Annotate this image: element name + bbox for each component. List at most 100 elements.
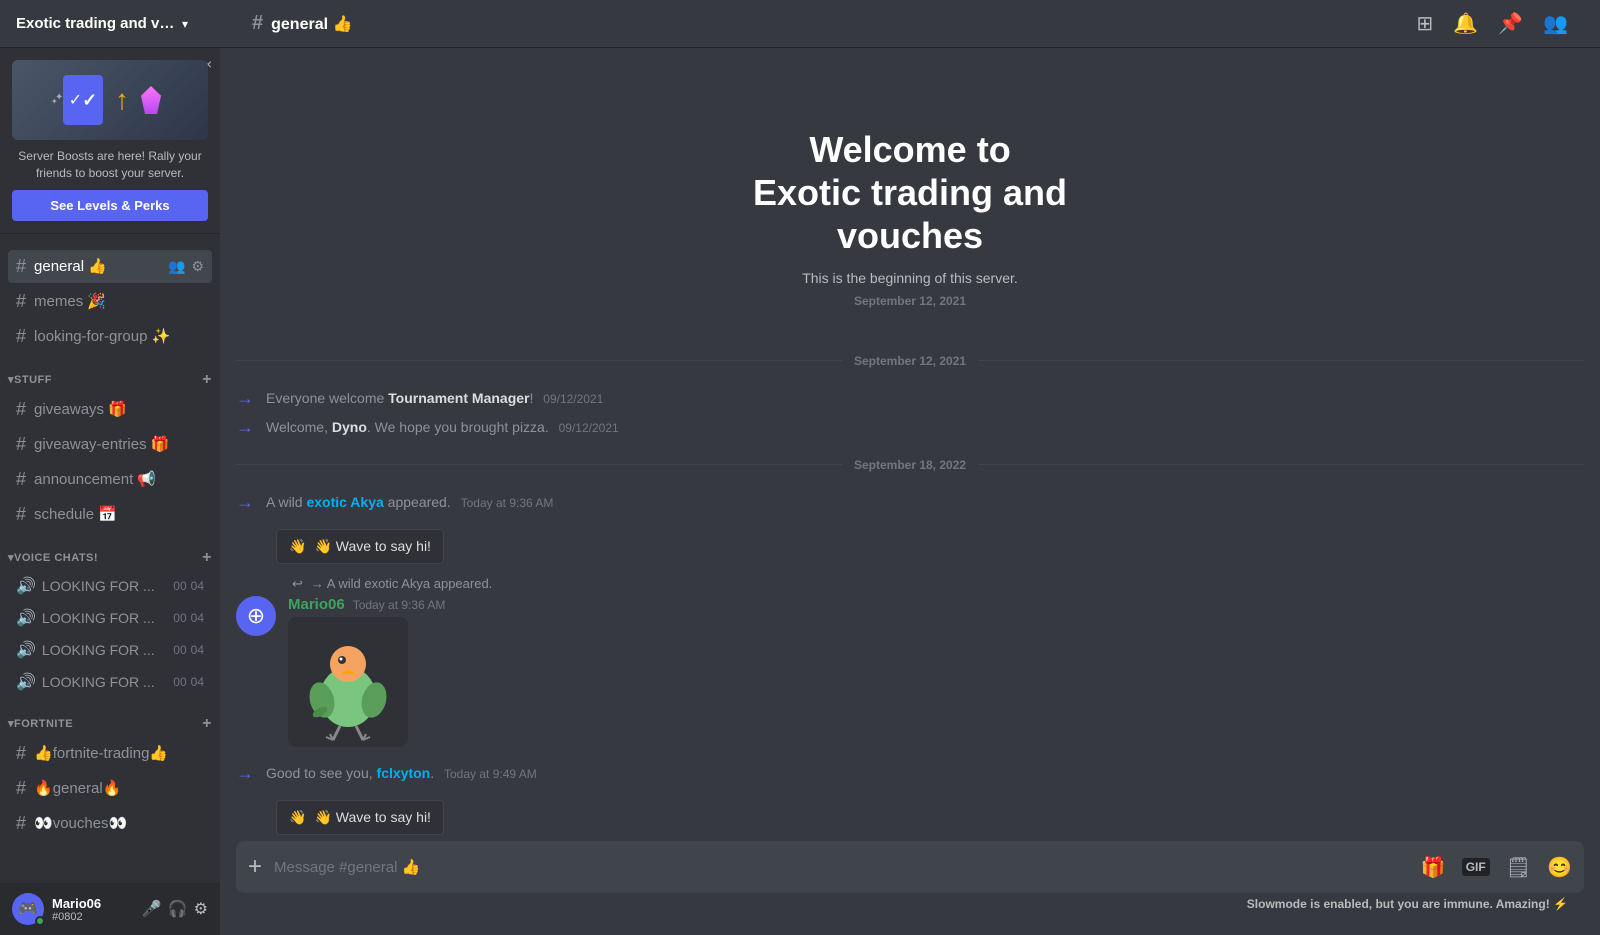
voice-count-04-4: 04 [191,675,204,689]
channel-name-vouches: 👀vouches👀 [34,814,204,832]
voice-item-4[interactable]: 🔊 LOOKING FOR ... 00 04 [8,667,212,697]
server-name: Exotic trading and vouc... [16,15,176,32]
pin-icon[interactable]: 📌 [1498,11,1523,36]
voice-count-00: 00 [173,579,186,593]
voice-count-04-2: 04 [191,611,204,625]
reply-icon: ↩ [292,576,303,592]
channel-item-fortnite-trading[interactable]: # 👍fortnite-trading👍 [8,737,212,770]
message-avatar-mario06: ⊕ [236,596,276,636]
channel-item-schedule[interactable]: # schedule 📅 [8,498,212,531]
gif-icon[interactable]: GIF [1462,858,1490,876]
members-icon[interactable]: 👥 [1543,11,1568,36]
voice-name-3: LOOKING FOR ... [42,642,167,658]
bell-icon[interactable]: 🔔 [1453,11,1478,36]
msg-author-mario06: Mario06 [288,596,345,613]
wave-button-2[interactable]: 👋 👋 Wave to say hi! [276,800,444,835]
boost-image: ✦ ✦ ✓ ↑ [12,60,208,140]
mute-icon[interactable]: 🎤 [142,899,162,919]
section-header-fortnite[interactable]: ▾ FORTNITE + [0,699,220,737]
voice-speaker-icon-4: 🔊 [16,672,36,692]
bird-gif-container [288,617,408,747]
voice-speaker-icon-3: 🔊 [16,640,36,660]
add-attachment-button[interactable]: + [248,841,262,893]
sys-time-2: 09/12/2021 [559,421,619,435]
channel-item-announcement[interactable]: # announcement 📢 [8,463,212,496]
section-label-fortnite: FORTNITE [14,718,73,730]
emoji-icon[interactable]: 😊 [1547,855,1572,880]
channel-item-general[interactable]: # general 👍 👥 ⚙ [8,250,212,283]
message-input[interactable] [274,847,1409,888]
channel-hash: # [16,326,26,347]
boost-image-content: ✦ ✦ ✓ ↑ [59,75,161,125]
voice-name-2: LOOKING FOR ... [42,610,167,626]
user-panel: 🎮 Mario06 #0802 🎤 🎧 ⚙ [0,883,220,935]
channel-item-giveaway-entries[interactable]: # giveaway-entries 🎁 [8,428,212,461]
channel-header: # general 👍 [236,12,1417,35]
boost-button[interactable]: See Levels & Perks [12,190,208,221]
join-text-1: A wild exotic Akya appeared. Today at 9:… [266,494,553,510]
welcome-date: September 12, 2021 [240,294,1580,308]
voice-item-3[interactable]: 🔊 LOOKING FOR ... 00 04 [8,635,212,665]
user-controls: 🎤 🎧 ⚙ [142,899,208,919]
channel-hash: # [16,434,26,455]
server-name-area[interactable]: Exotic trading and vouc... ▾ [16,15,236,32]
channel-hash: # [16,504,26,525]
section-fortnite-add-icon[interactable]: + [202,715,212,733]
message-reply-reference: ↩ → A wild exotic Akya appeared. [236,576,1584,592]
message-input-box: + 🎁 GIF 🗒 😊 [236,841,1584,893]
channel-name-lfg: looking-for-group ✨ [34,327,204,345]
discord-logo: ⊕ [247,603,265,629]
channel-hash: # [16,743,26,764]
channel-item-giveaways[interactable]: # giveaways 🎁 [8,393,212,426]
section-voice-add-icon[interactable]: + [202,549,212,567]
top-bar: Exotic trading and vouc... ▾ # general 👍… [0,0,1600,48]
voice-name-1: LOOKING FOR ... [42,578,167,594]
join-arrow-icon-4: → [236,763,254,784]
user-status-indicator [35,916,45,926]
voice-counts-2: 00 04 [173,611,204,625]
channel-item-fortnite-general[interactable]: # 🔥general🔥 [8,772,212,805]
join-message-1: → A wild exotic Akya appeared. Today at … [220,488,1600,517]
channel-item-lfg[interactable]: # looking-for-group ✨ [8,320,212,353]
sys-time-1: 09/12/2021 [543,392,603,406]
welcome-subtitle: This is the beginning of this server. [240,270,1580,286]
top-bar-actions: ⊞ 🔔 📌 👥 [1417,11,1584,36]
channel-hash-icon: # [252,12,263,35]
join-time-2: Today at 9:49 AM [444,767,537,781]
wave-button-1[interactable]: 👋 👋 Wave to say hi! [276,529,444,564]
deafen-icon[interactable]: 🎧 [168,899,188,919]
system-message-1: → Everyone welcome Tournament Manager! 0… [220,384,1600,413]
sticker-icon[interactable]: 🗒 [1506,855,1531,880]
add-member-icon[interactable]: 👥 [168,258,185,275]
voice-count-00-2: 00 [173,611,186,625]
join-text-2: Good to see you, fclxyton. Today at 9:49… [266,765,537,781]
section-add-icon[interactable]: + [202,371,212,389]
channel-item-memes[interactable]: # memes 🎉 [8,285,212,318]
join-time-1: Today at 9:36 AM [461,496,554,510]
user-settings-icon[interactable]: ⚙ [194,899,208,919]
bird-svg [298,622,398,742]
hashtag-icon[interactable]: ⊞ [1417,11,1434,36]
channel-header-name: general 👍 [271,14,352,34]
section-header-voice[interactable]: ▾ VOICE CHATS! + [0,533,220,571]
section-header-stuff[interactable]: ▾ STUFF + [0,355,220,393]
voice-item-2[interactable]: 🔊 LOOKING FOR ... 00 04 [8,603,212,633]
gift-icon[interactable]: 🎁 [1421,855,1446,880]
divider-line-right-2 [978,464,1584,465]
settings-icon[interactable]: ⚙ [191,258,204,275]
channel-name-giveaways: giveaways 🎁 [34,400,204,418]
message-content-mario06: Mario06 Today at 9:36 AM [288,596,1584,747]
system-message-2: → Welcome, Dyno. We hope you brought piz… [220,413,1600,442]
channel-item-vouches[interactable]: # 👀vouches👀 [8,807,212,840]
voice-item-1[interactable]: 🔊 LOOKING FOR ... 00 04 [8,571,212,601]
boost-arrow: ↑ [115,84,129,116]
section-label-stuff: STUFF [14,374,52,386]
channel-hash: # [16,256,26,277]
sys-text-1: Everyone welcome Tournament Manager! 09/… [266,390,603,406]
welcome-section: Welcome toExotic trading andvouches This… [220,68,1600,338]
join-arrow-icon-3: → [236,492,254,513]
date-divider-sep18: September 18, 2022 [220,442,1600,488]
voice-count-04: 04 [191,579,204,593]
date-label-sep18: September 18, 2022 [854,458,966,472]
channel-name-schedule: schedule 📅 [34,505,204,523]
